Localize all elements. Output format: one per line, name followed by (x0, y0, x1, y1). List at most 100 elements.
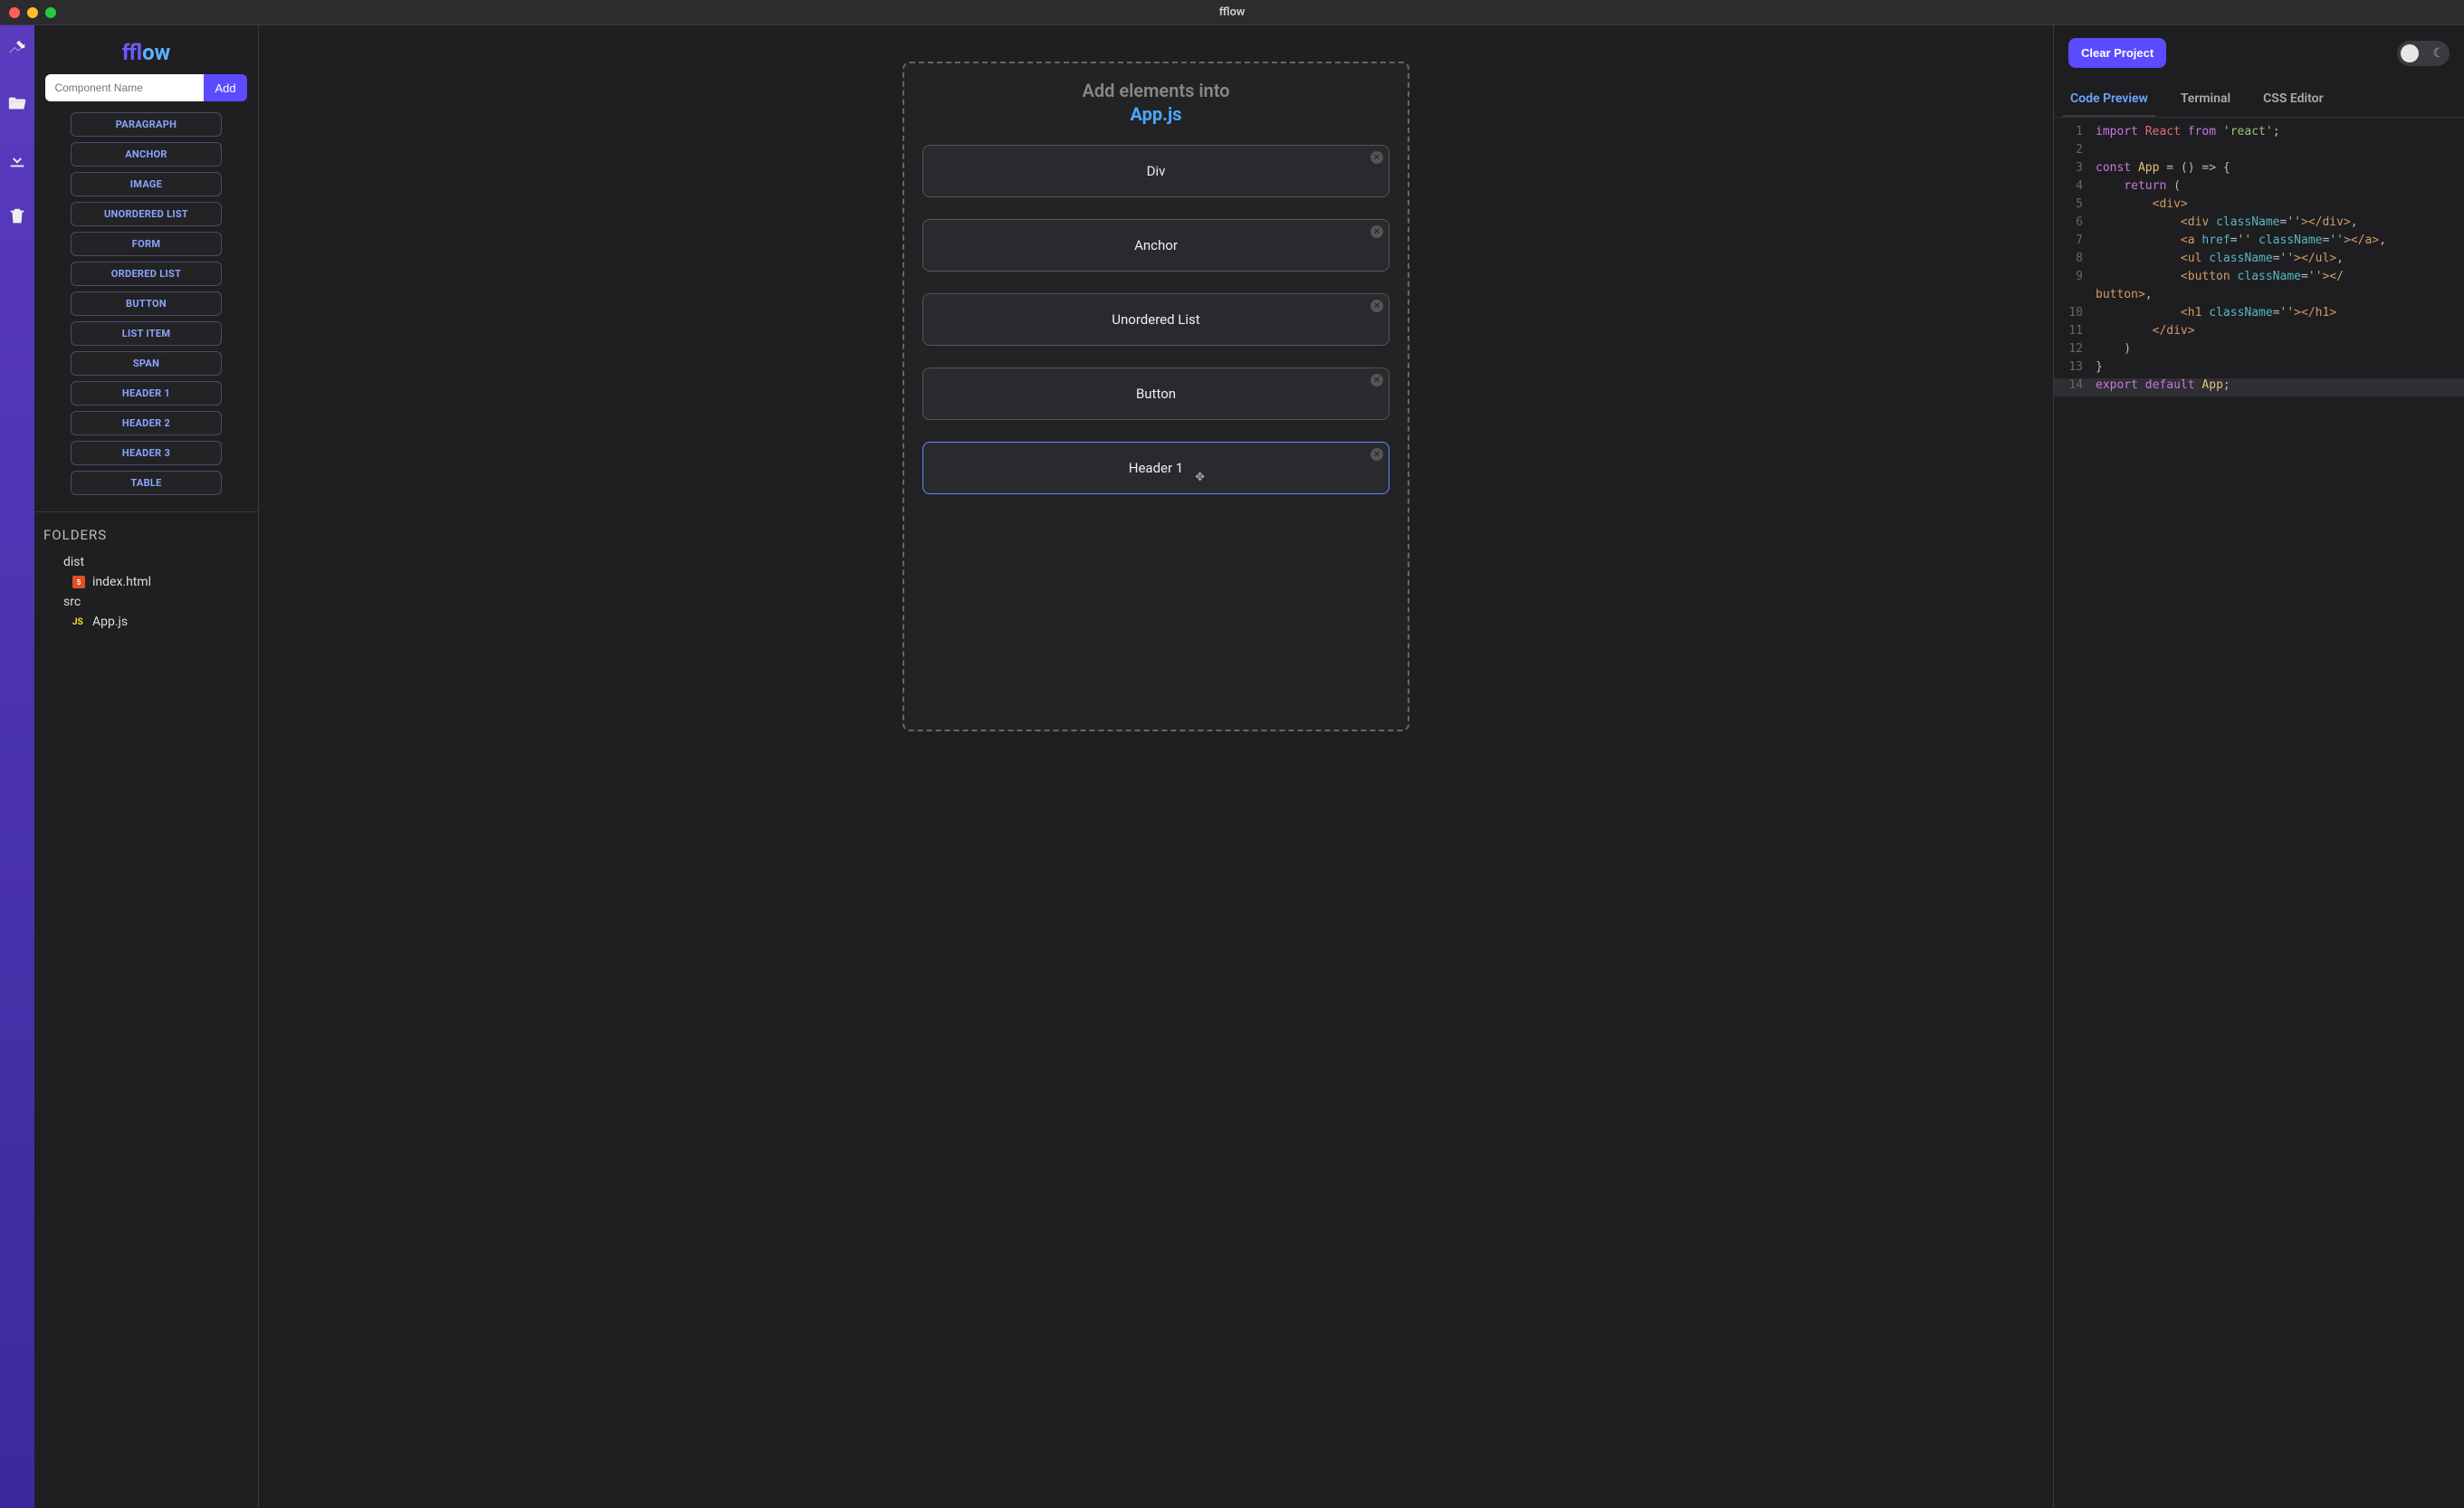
code-content: <div className=''></div>, (2096, 215, 2358, 229)
clear-project-button[interactable]: Clear Project (2068, 38, 2166, 68)
canvas-heading: Add elements into (922, 80, 1390, 101)
code-line: button>, (2054, 288, 2464, 306)
code-content: <h1 className=''></h1> (2096, 306, 2336, 320)
palette-item[interactable]: HEADER 1 (71, 381, 222, 406)
moon-icon: ☾ (2432, 46, 2444, 61)
line-number: 12 (2054, 342, 2096, 356)
toggle-knob (2401, 44, 2419, 62)
logo-part1: ff (122, 40, 142, 65)
line-number: 4 (2054, 179, 2096, 193)
code-content: <a href='' className=''></a>, (2096, 234, 2386, 247)
window-title: fflow (1219, 5, 1246, 19)
window-close-button[interactable] (9, 7, 20, 18)
window-zoom-button[interactable] (45, 7, 56, 18)
palette-item[interactable]: PARAGRAPH (71, 112, 222, 137)
code-line: 14export default App; (2054, 378, 2464, 396)
line-number: 13 (2054, 360, 2096, 374)
palette-item[interactable]: ANCHOR (71, 142, 222, 167)
code-content: import React from 'react'; (2096, 125, 2280, 138)
code-content: ) (2096, 342, 2131, 356)
canvas-element[interactable]: Div ✕ (922, 145, 1390, 197)
folder-open-icon[interactable] (7, 94, 27, 114)
code-content: return ( (2096, 179, 2181, 193)
canvas-element-label: Button (1136, 386, 1176, 402)
code-editor[interactable]: 1import React from 'react';2 3const App =… (2054, 118, 2464, 1508)
tree-item-label: dist (63, 555, 84, 569)
code-content: button>, (2096, 288, 2153, 301)
canvas-element[interactable]: Header 1✕✥ (922, 442, 1390, 494)
line-number: 10 (2054, 306, 2096, 320)
code-line: 9 <button className=''></ (2054, 270, 2464, 288)
code-line: 3const App = () => { (2054, 161, 2464, 179)
palette-item[interactable]: BUTTON (71, 291, 222, 316)
tab-terminal[interactable]: Terminal (2173, 82, 2238, 117)
tab-css-editor[interactable]: CSS Editor (2256, 82, 2331, 117)
line-number: 7 (2054, 234, 2096, 247)
canvas-area: Add elements into App.js Div✕Anchor✕Unor… (259, 25, 2053, 1508)
add-component-button[interactable]: Add (204, 74, 246, 101)
folder-item[interactable]: dist (43, 552, 249, 572)
html-file-icon: 5 (72, 576, 85, 588)
right-tabs: Code Preview Terminal CSS Editor (2054, 82, 2464, 118)
logo-part2: low (142, 40, 170, 65)
activity-rail (0, 25, 34, 1508)
code-line: 2 (2054, 143, 2464, 161)
canvas-target-file: App.js (922, 103, 1390, 125)
palette-item[interactable]: ORDERED LIST (71, 262, 222, 286)
folders-title: FOLDERS (43, 527, 249, 543)
drop-canvas[interactable]: Add elements into App.js Div✕Anchor✕Unor… (903, 62, 1409, 731)
palette-item[interactable]: FORM (71, 232, 222, 256)
code-line: 5 <div> (2054, 197, 2464, 215)
window-minimize-button[interactable] (27, 7, 38, 18)
code-line: 6 <div className=''></div>, (2054, 215, 2464, 234)
code-line: 8 <ul className=''></ul>, (2054, 252, 2464, 270)
canvas-element-label: Header 1 (1129, 460, 1183, 476)
line-number: 2 (2054, 143, 2096, 157)
right-panel: Clear Project ☾ Code Preview Terminal CSS … (2053, 25, 2464, 1508)
palette-item[interactable]: HEADER 2 (71, 411, 222, 435)
remove-element-button[interactable]: ✕ (1370, 448, 1383, 461)
code-content: export default App; (2096, 378, 2230, 392)
code-line: 10 <h1 className=''></h1> (2054, 306, 2464, 324)
line-number: 3 (2054, 161, 2096, 175)
canvas-element-label: Div (1147, 163, 1166, 179)
remove-element-button[interactable]: ✕ (1370, 300, 1383, 312)
remove-element-button[interactable]: ✕ (1370, 225, 1383, 238)
code-content: </div> (2096, 324, 2195, 338)
palette-item[interactable]: TABLE (71, 471, 222, 495)
line-number: 14 (2054, 378, 2096, 392)
tree-item-label: App.js (92, 615, 128, 629)
file-item[interactable]: JSApp.js (43, 612, 249, 632)
window-titlebar: fflow (0, 0, 2464, 25)
code-content: <div> (2096, 197, 2188, 211)
design-icon[interactable] (7, 38, 27, 58)
canvas-element[interactable]: Anchor ✕ (922, 219, 1390, 272)
palette-item[interactable]: UNORDERED LIST (71, 202, 222, 226)
remove-element-button[interactable]: ✕ (1370, 151, 1383, 164)
palette-item[interactable]: HEADER 3 (71, 441, 222, 465)
code-line: 13} (2054, 360, 2464, 378)
folders-panel: FOLDERS dist 5index.htmlsrcJSApp.js (34, 511, 258, 646)
code-line: 1import React from 'react'; (2054, 125, 2464, 143)
canvas-element-label: Anchor (1134, 237, 1178, 253)
canvas-element[interactable]: Button ✕ (922, 367, 1390, 420)
palette-item[interactable]: SPAN (71, 351, 222, 376)
line-number: 1 (2054, 125, 2096, 138)
dark-mode-toggle[interactable]: ☾ (2397, 41, 2450, 66)
trash-icon[interactable] (7, 206, 27, 226)
component-name-input[interactable] (45, 74, 204, 101)
folder-item[interactable]: src (43, 592, 249, 612)
palette-item[interactable]: LIST ITEM (71, 321, 222, 346)
canvas-element[interactable]: Unordered List ✕ (922, 293, 1390, 346)
line-number: 5 (2054, 197, 2096, 211)
code-line: 7 <a href='' className=''></a>, (2054, 234, 2464, 252)
canvas-element-label: Unordered List (1112, 311, 1199, 328)
remove-element-button[interactable]: ✕ (1370, 374, 1383, 387)
code-content: } (2096, 360, 2103, 374)
file-item[interactable]: 5index.html (43, 572, 249, 592)
palette-item[interactable]: IMAGE (71, 172, 222, 196)
tab-code-preview[interactable]: Code Preview (2063, 82, 2155, 117)
download-icon[interactable] (7, 150, 27, 170)
sidebar: fflow Add PARAGRAPH ANCHOR IMAGE UNORDERED … (34, 25, 259, 1508)
line-number: 11 (2054, 324, 2096, 338)
